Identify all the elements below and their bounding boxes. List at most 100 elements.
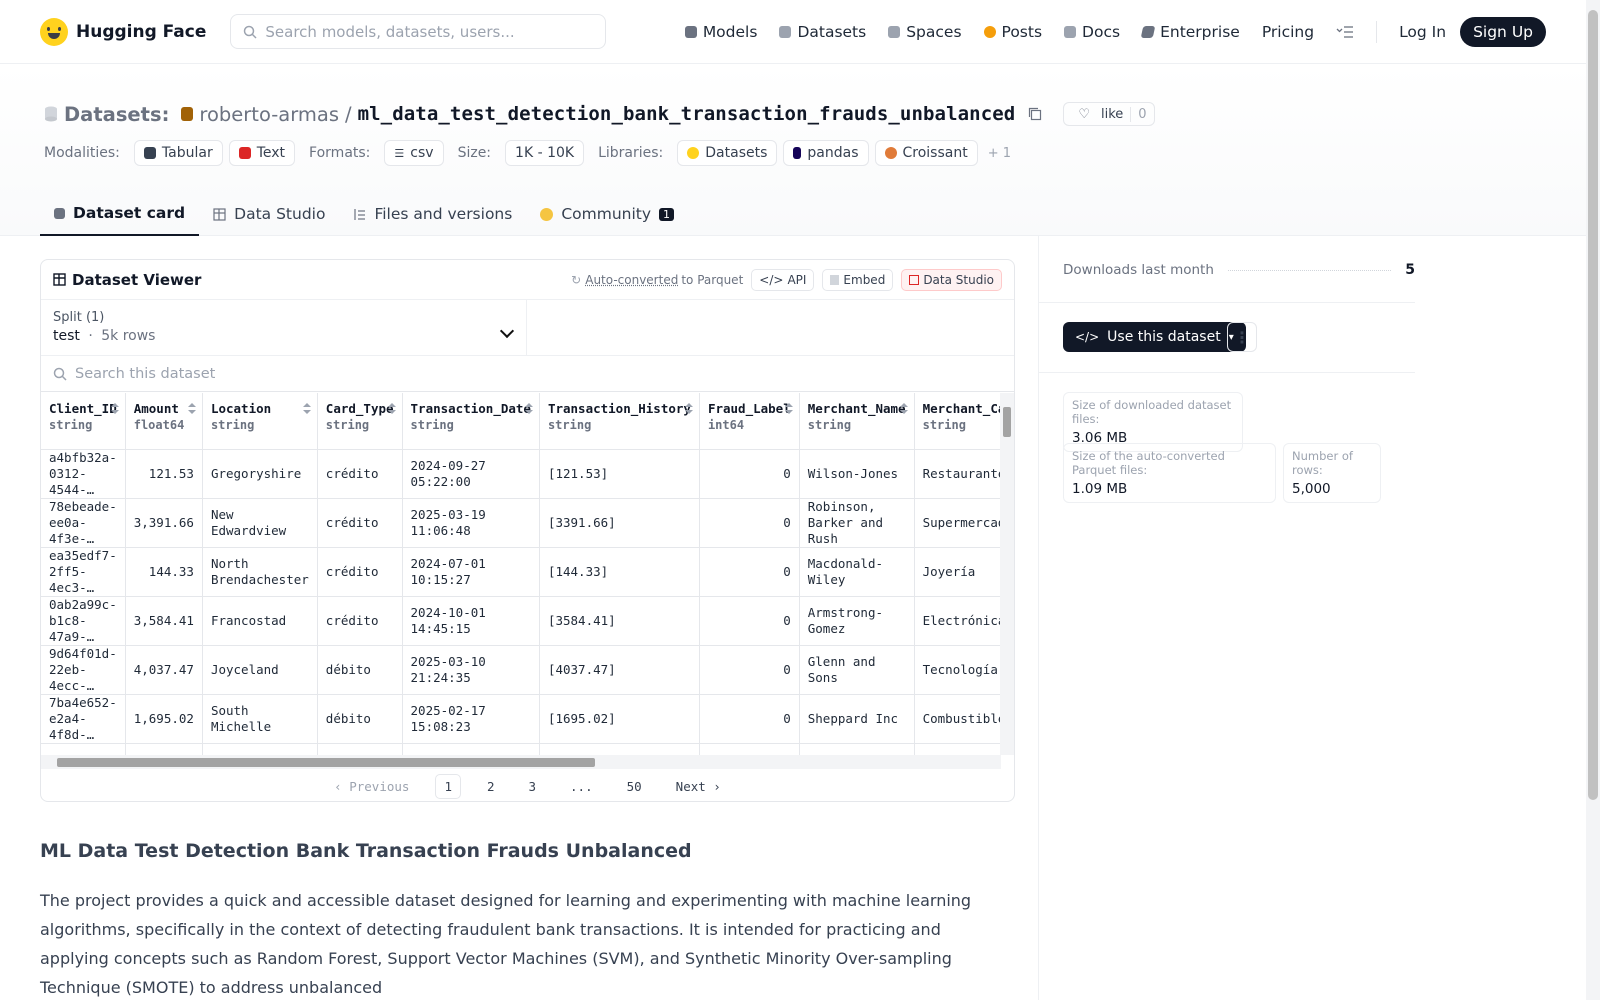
table-row[interactable]: 78ebeade-ee0a-4f3e-… 3,391.66 New Edwardvi… — [41, 498, 1001, 547]
page-50-button[interactable]: 50 — [619, 775, 650, 798]
table-cell[interactable]: 2024-09-27 05:22:00 — [402, 449, 539, 498]
sort-icon[interactable] — [785, 403, 792, 415]
nav-docs[interactable]: Docs — [1064, 23, 1120, 41]
library-tag-pandas[interactable]: pandas — [783, 140, 868, 166]
table-cell[interactable]: [3391.66] — [539, 498, 699, 547]
like-button[interactable]: ♡ like 0 — [1063, 102, 1154, 126]
data-studio-button[interactable]: Data Studio — [901, 269, 1002, 291]
table-cell[interactable]: 0 — [699, 547, 799, 596]
table-cell[interactable] — [539, 743, 699, 755]
sort-icon[interactable] — [111, 403, 118, 415]
table-row[interactable]: 0ab2a99c-b1c8-47a9-… 3,584.41 Francostad cr… — [41, 596, 1001, 645]
previous-page-button[interactable]: ‹ Previous — [326, 775, 417, 798]
table-cell[interactable]: New Edwardview — [202, 498, 317, 547]
table-cell[interactable]: Glenn and Sons — [799, 645, 914, 694]
table-cell[interactable]: crédito — [317, 547, 402, 596]
library-tag-croissant[interactable]: Croissant — [875, 140, 978, 166]
table-cell[interactable] — [125, 743, 202, 755]
sort-icon[interactable] — [388, 403, 395, 415]
sort-icon[interactable] — [685, 403, 692, 415]
tab-dataset-card[interactable]: Dataset card — [40, 192, 199, 236]
table-cell[interactable]: 121.53 — [125, 449, 202, 498]
table-cell[interactable]: South Michelle — [202, 694, 317, 743]
table-cell[interactable]: 2025-03-10 21:24:35 — [402, 645, 539, 694]
table-row[interactable]: 7ba4e652-e2a4-4f8d-… 1,695.02 South Michel… — [41, 694, 1001, 743]
datasets-label[interactable]: Datasets: — [64, 103, 169, 126]
table-cell[interactable]: Tecnología — [914, 645, 1001, 694]
tab-data-studio[interactable]: Data Studio — [199, 192, 339, 236]
page-scrollbar[interactable] — [1586, 0, 1600, 1000]
table-cell[interactable]: Macdonald-Wiley — [799, 547, 914, 596]
nav-pricing[interactable]: Pricing — [1262, 23, 1314, 41]
auto-converted-link[interactable]: Auto-converted — [585, 273, 678, 287]
column-header[interactable]: Location string — [202, 393, 317, 449]
table-cell[interactable]: Combustible — [914, 694, 1001, 743]
table-cell[interactable]: 2024-10-01 14:45:15 — [402, 596, 539, 645]
table-cell[interactable]: 9d64f01d-22eb-4ecc-… — [41, 645, 125, 694]
table-cell[interactable]: 0 — [699, 694, 799, 743]
table-cell[interactable]: crédito — [317, 498, 402, 547]
table-cell[interactable]: Joyería — [914, 547, 1001, 596]
table-row[interactable]: 9d64f01d-22eb-4ecc-… 4,037.47 Joyceland déb… — [41, 645, 1001, 694]
table-cell[interactable]: Gregoryshire — [202, 449, 317, 498]
table-cell[interactable] — [202, 743, 317, 755]
table-cell[interactable]: Robinson, Barker and Rush — [799, 498, 914, 547]
table-cell[interactable]: [4037.47] — [539, 645, 699, 694]
nav-enterprise[interactable]: Enterprise — [1142, 23, 1240, 41]
table-cell[interactable]: Electrónica — [914, 596, 1001, 645]
page-scroll-thumb[interactable] — [1588, 10, 1598, 800]
table-cell[interactable]: 7ba4e652-e2a4-4f8d-… — [41, 694, 125, 743]
table-horizontal-scrollbar[interactable] — [41, 755, 1001, 769]
tab-community[interactable]: Community 1 — [526, 192, 688, 236]
table-cell[interactable]: [1695.02] — [539, 694, 699, 743]
table-cell[interactable]: Supermercado — [914, 498, 1001, 547]
copy-icon[interactable] — [1027, 106, 1043, 122]
table-cell[interactable]: crédito — [317, 449, 402, 498]
table-cell[interactable]: Armstrong-Gomez — [799, 596, 914, 645]
table-cell[interactable]: Restaurante — [914, 449, 1001, 498]
modality-tag-tabular[interactable]: Tabular — [134, 140, 223, 166]
menu-icon[interactable] — [1336, 26, 1354, 38]
nav-posts[interactable]: Posts — [984, 23, 1043, 41]
brand-logo[interactable]: Hugging Face — [40, 18, 206, 46]
nav-models[interactable]: Models — [685, 23, 758, 41]
table-cell[interactable]: 3,391.66 — [125, 498, 202, 547]
table-cell[interactable]: [3584.41] — [539, 596, 699, 645]
table-cell[interactable]: 3,584.41 — [125, 596, 202, 645]
table-row[interactable]: 986d3ba4-2025-03-26 — [41, 743, 1001, 755]
table-cell[interactable]: 0 — [699, 449, 799, 498]
table-cell[interactable]: North Brendachester — [202, 547, 317, 596]
column-header[interactable]: Transaction_History string — [539, 393, 699, 449]
tab-files-and-versions[interactable]: Files and versions — [339, 192, 526, 236]
sort-icon[interactable] — [188, 403, 195, 415]
table-cell[interactable]: 0 — [699, 596, 799, 645]
library-tag-datasets[interactable]: Datasets — [677, 140, 777, 166]
column-header[interactable]: Merchant_Name string — [799, 393, 914, 449]
table-cell[interactable] — [799, 743, 914, 755]
column-header[interactable]: Transaction_Date string — [402, 393, 539, 449]
more-options-button[interactable]: ⋮ — [1227, 322, 1257, 352]
signup-button[interactable]: Sign Up — [1460, 17, 1546, 47]
table-cell[interactable]: 0 — [699, 498, 799, 547]
table-cell[interactable]: 2025-03-26 — [402, 743, 539, 755]
global-search-input[interactable]: Search models, datasets, users... — [230, 14, 606, 49]
page-2-button[interactable]: 2 — [479, 775, 503, 798]
column-header[interactable]: Client_ID string — [41, 393, 125, 449]
table-cell[interactable]: 0 — [699, 645, 799, 694]
table-cell[interactable]: Sheppard Inc — [799, 694, 914, 743]
table-cell[interactable]: 2024-07-01 10:15:27 — [402, 547, 539, 596]
more-libraries-link[interactable]: + 1 — [988, 146, 1011, 161]
owner-link[interactable]: roberto-armas — [199, 103, 339, 126]
table-cell[interactable]: Joyceland — [202, 645, 317, 694]
page-1-button[interactable]: 1 — [435, 774, 461, 799]
column-header[interactable]: Amount float64 — [125, 393, 202, 449]
sort-icon[interactable] — [525, 403, 532, 415]
sort-icon[interactable] — [900, 403, 907, 415]
table-cell[interactable] — [914, 743, 1001, 755]
sort-icon[interactable] — [303, 403, 310, 415]
dataset-search-input[interactable]: Search this dataset — [41, 356, 1014, 392]
modality-tag-text[interactable]: Text — [229, 140, 295, 166]
table-cell[interactable]: débito — [317, 694, 402, 743]
table-cell[interactable]: a4bfb32a-0312-4544-… — [41, 449, 125, 498]
table-cell[interactable]: 1,695.02 — [125, 694, 202, 743]
